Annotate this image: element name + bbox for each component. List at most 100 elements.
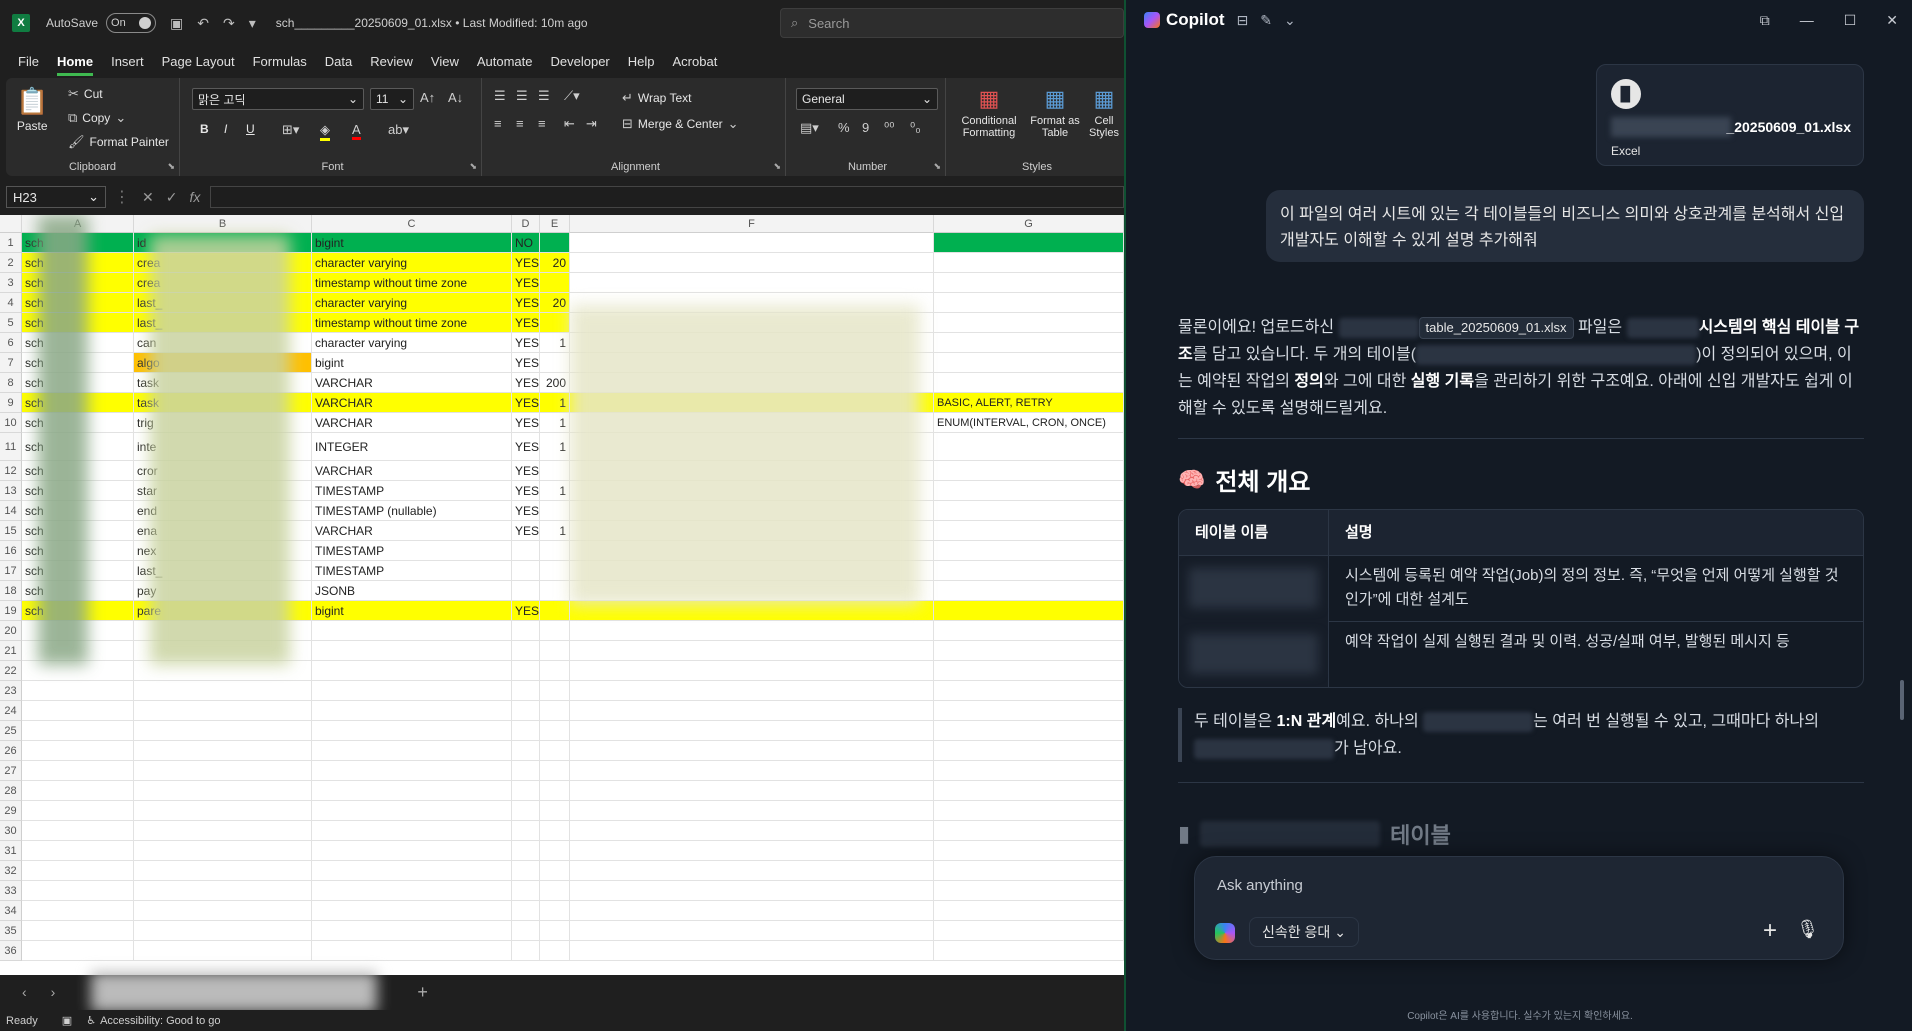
table-cell[interactable]: BASIC, ALERT, RETRY (934, 393, 1124, 413)
minimize-icon[interactable]: — (1800, 12, 1814, 29)
customize-qat-icon[interactable]: ▾ (249, 15, 256, 32)
increase-indent-button[interactable]: ⇥ (586, 116, 597, 132)
table-cell[interactable]: YES (512, 253, 540, 273)
column-header-d[interactable]: D (512, 215, 540, 233)
row-header[interactable]: 16 (0, 541, 22, 561)
table-cell[interactable] (512, 661, 540, 681)
table-cell[interactable] (934, 701, 1124, 721)
table-cell[interactable]: YES (512, 433, 540, 461)
comma-style-button[interactable]: 9 (862, 120, 869, 135)
cell-styles-button[interactable]: ▦ Cell Styles (1084, 86, 1124, 139)
table-cell[interactable]: YES (512, 353, 540, 373)
row-header[interactable]: 34 (0, 901, 22, 921)
table-cell[interactable] (570, 781, 934, 801)
table-cell[interactable]: VARCHAR (312, 413, 512, 433)
attached-file-card[interactable]: ▉ _20250609_01.xlsx Excel (1596, 64, 1864, 166)
table-cell[interactable] (22, 941, 134, 961)
table-cell[interactable]: YES (512, 393, 540, 413)
column-header-g[interactable]: G (934, 215, 1124, 233)
table-cell[interactable] (134, 941, 312, 961)
table-cell[interactable] (512, 561, 540, 581)
row-header[interactable]: 31 (0, 841, 22, 861)
align-center-button[interactable]: ≡ (516, 116, 524, 131)
table-cell[interactable] (570, 921, 934, 941)
table-cell[interactable] (934, 333, 1124, 353)
table-cell[interactable] (570, 641, 934, 661)
macro-recording-icon[interactable]: ▣ (62, 1014, 72, 1027)
table-cell[interactable]: 200 (540, 373, 570, 393)
table-cell[interactable] (934, 461, 1124, 481)
table-cell[interactable] (512, 801, 540, 821)
table-cell[interactable] (934, 921, 1124, 941)
row-header[interactable]: 12 (0, 461, 22, 481)
tab-review[interactable]: Review (370, 50, 413, 76)
table-cell[interactable] (570, 801, 934, 821)
table-cell[interactable] (312, 801, 512, 821)
table-cell[interactable] (512, 621, 540, 641)
table-cell[interactable] (312, 921, 512, 941)
column-header-f[interactable]: F (570, 215, 934, 233)
table-cell[interactable] (934, 313, 1124, 333)
row-header[interactable]: 17 (0, 561, 22, 581)
insert-function-button[interactable]: fx (189, 189, 200, 206)
table-cell[interactable] (570, 901, 934, 921)
tab-developer[interactable]: Developer (551, 50, 610, 76)
table-cell[interactable] (134, 841, 312, 861)
row-header[interactable]: 9 (0, 393, 22, 413)
table-cell[interactable] (512, 781, 540, 801)
chat-scrollbar[interactable] (1900, 680, 1904, 720)
table-cell[interactable] (22, 701, 134, 721)
table-cell[interactable] (22, 921, 134, 941)
table-cell[interactable] (512, 841, 540, 861)
table-cell[interactable] (934, 641, 1124, 661)
table-cell[interactable] (512, 941, 540, 961)
table-cell[interactable] (570, 721, 934, 741)
table-cell[interactable] (934, 881, 1124, 901)
tab-help[interactable]: Help (628, 50, 655, 76)
table-cell[interactable]: timestamp without time zone (312, 273, 512, 293)
table-cell[interactable] (512, 721, 540, 741)
table-cell[interactable] (134, 901, 312, 921)
row-header[interactable]: 10 (0, 413, 22, 433)
microphone-icon[interactable]: 🎙 (1796, 919, 1819, 940)
table-cell[interactable] (540, 461, 570, 481)
table-cell[interactable] (134, 721, 312, 741)
table-cell[interactable] (570, 741, 934, 761)
align-left-button[interactable]: ≡ (494, 116, 502, 131)
row-header[interactable]: 18 (0, 581, 22, 601)
table-cell[interactable] (540, 541, 570, 561)
row-header[interactable]: 7 (0, 353, 22, 373)
table-cell[interactable]: YES (512, 273, 540, 293)
decrease-indent-button[interactable]: ⇤ (564, 116, 575, 132)
tab-insert[interactable]: Insert (111, 50, 144, 76)
table-cell[interactable]: TIMESTAMP (nullable) (312, 501, 512, 521)
add-sheet-icon[interactable]: + (417, 982, 428, 1003)
table-cell[interactable] (512, 861, 540, 881)
table-cell[interactable] (540, 501, 570, 521)
table-cell[interactable] (934, 373, 1124, 393)
paste-button[interactable]: 📋 Paste (16, 86, 48, 133)
row-header[interactable]: 20 (0, 621, 22, 641)
table-cell[interactable] (540, 313, 570, 333)
table-cell[interactable] (934, 721, 1124, 741)
table-cell[interactable] (934, 541, 1124, 561)
message-composer[interactable]: Ask anything 신속한 응대 ⌄ + 🎙 (1194, 856, 1844, 960)
percent-style-button[interactable]: % (838, 120, 850, 135)
font-name-select[interactable]: 맑은 고딕 ⌄ (192, 88, 364, 110)
table-cell[interactable]: 1 (540, 413, 570, 433)
row-header[interactable]: 35 (0, 921, 22, 941)
table-cell[interactable] (134, 741, 312, 761)
table-cell[interactable] (134, 681, 312, 701)
dialog-launcher-icon[interactable]: ⬊ (773, 161, 781, 172)
table-cell[interactable] (134, 761, 312, 781)
table-cell[interactable] (934, 821, 1124, 841)
table-cell[interactable] (570, 701, 934, 721)
table-cell[interactable]: ENUM(INTERVAL, CRON, ONCE) (934, 413, 1124, 433)
table-cell[interactable] (512, 741, 540, 761)
table-cell[interactable] (934, 661, 1124, 681)
table-cell[interactable]: YES (512, 501, 540, 521)
row-header[interactable]: 14 (0, 501, 22, 521)
row-header[interactable]: 4 (0, 293, 22, 313)
font-color-button[interactable]: A (352, 122, 361, 140)
table-cell[interactable] (934, 761, 1124, 781)
